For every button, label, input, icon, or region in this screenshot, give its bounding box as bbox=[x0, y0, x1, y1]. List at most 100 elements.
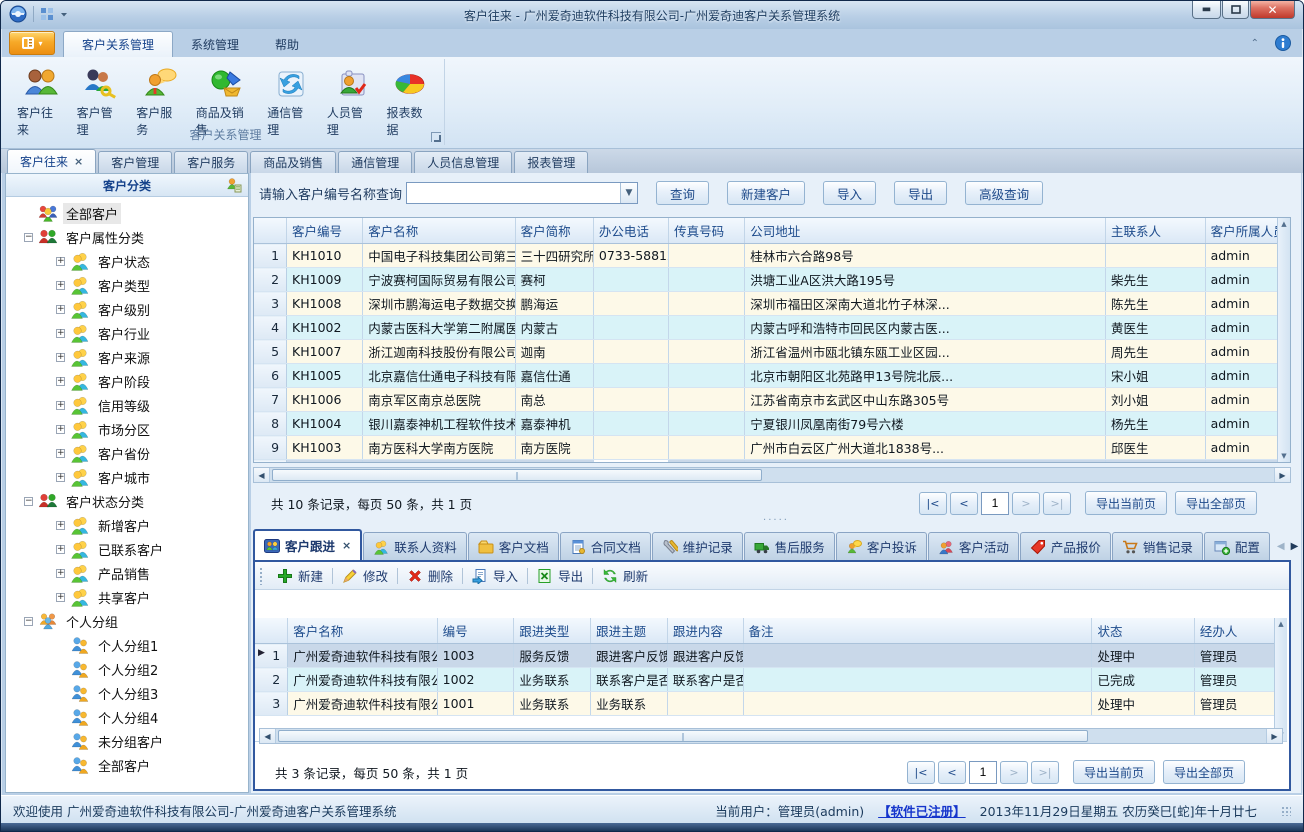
cell[interactable] bbox=[669, 316, 745, 340]
pager-first-button[interactable]: |< bbox=[907, 761, 935, 784]
column-header-跟进类型[interactable]: 跟进类型 bbox=[514, 618, 591, 644]
table-row[interactable]: 3KH1008深圳市鹏海运电子数据交换有限公司鹏海运深圳市福田区深南大道北竹子林… bbox=[254, 292, 1290, 316]
table-row[interactable]: 5KH1007浙江迦南科技股份有限公司迦南浙江省温州市瓯北镇东瓯工业区园...周… bbox=[254, 340, 1290, 364]
hscroll-thumb[interactable]: ∥ bbox=[278, 730, 1088, 742]
cell[interactable]: 管理员 bbox=[1194, 668, 1286, 692]
cell[interactable]: 业务联系 bbox=[514, 668, 591, 692]
tree-expander-icon[interactable]: + bbox=[56, 569, 65, 578]
cell[interactable] bbox=[743, 644, 1092, 668]
row-number-cell[interactable]: 2 bbox=[254, 268, 287, 292]
tree-expander-icon[interactable]: + bbox=[56, 593, 65, 602]
cell[interactable] bbox=[593, 268, 668, 292]
tree-expander-icon[interactable]: + bbox=[56, 353, 65, 362]
cell[interactable]: 江苏省南京市玄武区中山东路305号 bbox=[745, 388, 1106, 412]
cell[interactable]: 爱奇迪 bbox=[515, 460, 593, 464]
tree-expander-icon[interactable]: + bbox=[56, 449, 65, 458]
row-number-cell[interactable]: 3 bbox=[255, 692, 288, 716]
column-header-状态[interactable]: 状态 bbox=[1092, 618, 1194, 644]
tree-item-个人分组[interactable]: −个人分组 bbox=[6, 609, 248, 633]
cell[interactable]: 处理中 bbox=[1092, 692, 1194, 716]
cell[interactable] bbox=[669, 292, 745, 316]
cell[interactable]: 南京军区南京总医院 bbox=[363, 388, 515, 412]
cell[interactable] bbox=[667, 692, 743, 716]
doc-tab-人员信息管理[interactable]: 人员信息管理 bbox=[414, 151, 512, 173]
tree-item-客户省份[interactable]: +客户省份 bbox=[6, 441, 248, 465]
cell[interactable]: 北京市朝阳区北苑路甲13号院北辰... bbox=[745, 364, 1106, 388]
splitter-handle[interactable]: ····· bbox=[251, 517, 1301, 527]
action-button-新建客户[interactable]: 新建客户 bbox=[727, 181, 805, 205]
search-input[interactable] bbox=[407, 183, 620, 203]
hscroll-left-arrow-icon[interactable]: ◀ bbox=[260, 729, 276, 743]
tree-item-客户类型[interactable]: +客户类型 bbox=[6, 273, 248, 297]
cell[interactable]: 内蒙古呼和浩特市回民区内蒙古医... bbox=[745, 316, 1106, 340]
toolbar-button-删除[interactable]: 删除 bbox=[398, 564, 462, 588]
table-row[interactable]: 4KH1002内蒙古医科大学第二附属医院内蒙古内蒙古呼和浩特市回民区内蒙古医..… bbox=[254, 316, 1290, 340]
row-number-cell[interactable]: 9 bbox=[254, 436, 287, 460]
tab-scroll-left-icon[interactable]: ◀ bbox=[1277, 541, 1285, 552]
row-number-cell[interactable]: 7 bbox=[254, 388, 287, 412]
doc-tab-客户管理[interactable]: 客户管理 bbox=[98, 151, 172, 173]
column-header-编号[interactable]: 编号 bbox=[437, 618, 514, 644]
cell[interactable]: 业务联系 bbox=[514, 692, 591, 716]
pager-next-button[interactable]: > bbox=[1000, 761, 1028, 784]
tree-expander-icon[interactable]: + bbox=[56, 545, 65, 554]
detail-tab-客户跟进[interactable]: 客户跟进× bbox=[253, 529, 362, 560]
cell[interactable]: KH1007 bbox=[287, 340, 363, 364]
cell[interactable] bbox=[593, 412, 668, 436]
cell[interactable]: KH1009 bbox=[287, 268, 363, 292]
pager-page-input[interactable] bbox=[969, 761, 997, 784]
pager-page-input[interactable] bbox=[981, 492, 1009, 515]
cell[interactable]: 87207160 bbox=[593, 460, 668, 464]
cell[interactable]: 邱医生 bbox=[1106, 436, 1206, 460]
cell[interactable]: 广州市白云区同和路329号123房 bbox=[745, 460, 1106, 464]
cell[interactable] bbox=[669, 436, 745, 460]
tree-item-客户城市[interactable]: +客户城市 bbox=[6, 465, 248, 489]
hscroll-right-arrow-icon[interactable]: ▶ bbox=[1274, 468, 1290, 482]
table-row[interactable]: 8KH1004银川嘉泰神机工程软件技术有限公司嘉泰神机宁夏银川凤凰南街79号六楼… bbox=[254, 412, 1290, 436]
tree-expander-icon[interactable]: − bbox=[24, 617, 33, 626]
cell[interactable] bbox=[593, 292, 668, 316]
cell[interactable]: 黄医生 bbox=[1106, 316, 1206, 340]
pager-next-button[interactable]: > bbox=[1012, 492, 1040, 515]
cell[interactable]: 陈先生 bbox=[1106, 292, 1206, 316]
cell[interactable]: KH1002 bbox=[287, 316, 363, 340]
cell[interactable]: KH1003 bbox=[287, 436, 363, 460]
tree-item-客户阶段[interactable]: +客户阶段 bbox=[6, 369, 248, 393]
tab-scroll-right-icon[interactable]: ▶ bbox=[1291, 541, 1299, 552]
toolbar-button-新建[interactable]: 新建 bbox=[268, 564, 332, 588]
tree-item-全部客户[interactable]: 全部客户 bbox=[6, 201, 248, 225]
column-header-传真号码[interactable]: 传真号码 bbox=[669, 218, 745, 244]
tree-expander-icon[interactable]: + bbox=[56, 377, 65, 386]
cell[interactable]: KH1004 bbox=[287, 412, 363, 436]
detail-tab-客户活动[interactable]: 客户活动 bbox=[928, 532, 1019, 560]
tree-item-产品销售[interactable]: +产品销售 bbox=[6, 561, 248, 585]
cell[interactable]: 南方医院 bbox=[515, 436, 593, 460]
cell[interactable] bbox=[593, 340, 668, 364]
cell[interactable]: KH1005 bbox=[287, 364, 363, 388]
detail-tab-合同文档[interactable]: 合同文档 bbox=[560, 532, 651, 560]
detail-tab-客户投诉[interactable]: 客户投诉 bbox=[836, 532, 927, 560]
table-row[interactable]: 1KH1010中国电子科技集团公司第三十四研...三十四研究所0733-5881… bbox=[254, 244, 1290, 268]
column-header-客户编号[interactable]: 客户编号 bbox=[287, 218, 363, 244]
row-number-cell[interactable]: 1 bbox=[254, 244, 287, 268]
cell[interactable] bbox=[743, 692, 1092, 716]
tree-item-新增客户[interactable]: +新增客户 bbox=[6, 513, 248, 537]
detail-tab-联系人资料[interactable]: 联系人资料 bbox=[363, 532, 467, 560]
cell[interactable]: 迦南 bbox=[515, 340, 593, 364]
dialog-launcher-icon[interactable] bbox=[431, 132, 441, 142]
row-number-cell[interactable]: 6 bbox=[254, 364, 287, 388]
table-row[interactable]: 6KH1005北京嘉信仕通电子科技有限公司嘉信仕通北京市朝阳区北苑路甲13号院北… bbox=[254, 364, 1290, 388]
maximize-button[interactable] bbox=[1222, 1, 1249, 19]
cell[interactable]: 广州爱奇迪软件科技有限公司 bbox=[288, 668, 437, 692]
cell[interactable]: 管理员 bbox=[1194, 644, 1286, 668]
tree-item-客户级别[interactable]: +客户级别 bbox=[6, 297, 248, 321]
cell[interactable]: 嘉信仕通 bbox=[515, 364, 593, 388]
pager-last-button[interactable]: >| bbox=[1043, 492, 1071, 515]
cell[interactable] bbox=[593, 388, 668, 412]
cell[interactable] bbox=[669, 268, 745, 292]
cell[interactable]: 内蒙古 bbox=[515, 316, 593, 340]
cell[interactable]: 嘉泰神机 bbox=[515, 412, 593, 436]
column-header-客户名称[interactable]: 客户名称 bbox=[288, 618, 437, 644]
cell[interactable]: 服务反馈 bbox=[514, 644, 591, 668]
row-number-cell[interactable]: 1▶ bbox=[255, 644, 288, 668]
